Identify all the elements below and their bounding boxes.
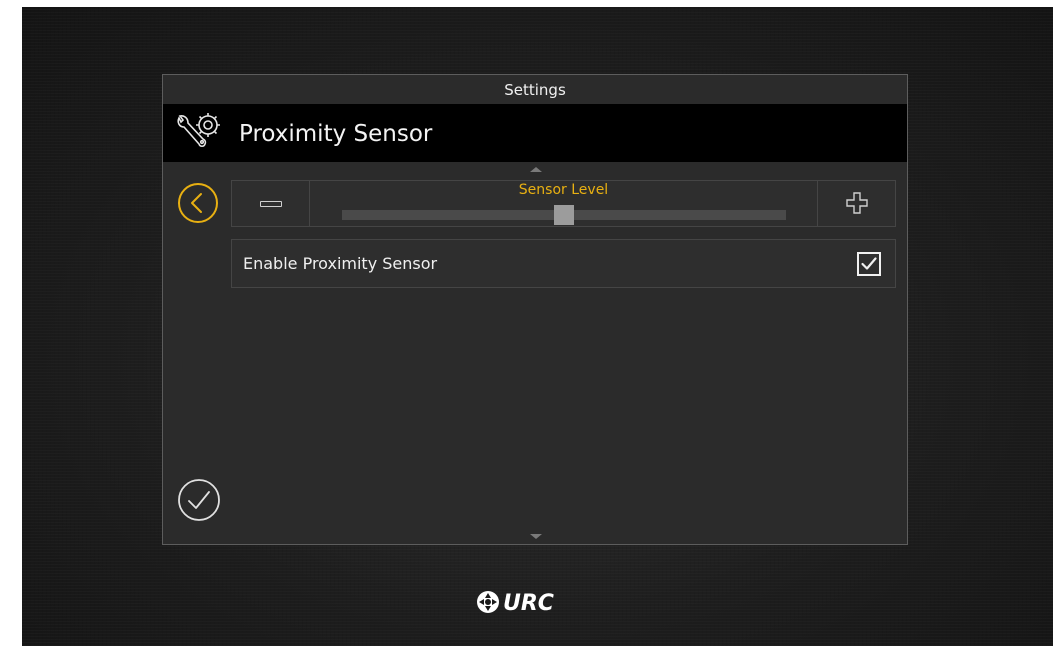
back-button[interactable] bbox=[177, 182, 219, 224]
scroll-down-arrow-icon[interactable] bbox=[530, 534, 542, 539]
enable-proximity-sensor-label: Enable Proximity Sensor bbox=[243, 254, 438, 273]
urc-logo: URC bbox=[477, 591, 554, 616]
decrease-button[interactable] bbox=[232, 181, 310, 226]
chevron-left-icon bbox=[191, 193, 202, 213]
settings-panel: Settings Proximity Sensor Sensor Level E… bbox=[162, 74, 908, 545]
wrench-gear-icon bbox=[177, 113, 220, 148]
sensor-level-label: Sensor Level bbox=[518, 182, 609, 198]
checkmark-icon bbox=[861, 257, 877, 270]
enable-proximity-sensor-row[interactable]: Enable Proximity Sensor bbox=[231, 239, 896, 288]
page-title: Proximity Sensor bbox=[239, 121, 433, 147]
minus-icon bbox=[260, 201, 282, 207]
checkmark-icon bbox=[188, 491, 210, 509]
sensor-level-slider[interactable] bbox=[342, 205, 786, 225]
increase-button[interactable] bbox=[817, 181, 895, 226]
enable-proximity-sensor-checkbox[interactable] bbox=[857, 252, 881, 276]
device-screen: Settings Proximity Sensor Sensor Level E… bbox=[22, 7, 1053, 646]
logo-text: URC bbox=[503, 591, 554, 616]
header-bar: Proximity Sensor bbox=[163, 104, 907, 162]
scroll-up-arrow-icon[interactable] bbox=[530, 167, 542, 172]
sensor-level-control: Sensor Level bbox=[231, 180, 896, 227]
confirm-button[interactable] bbox=[177, 478, 221, 522]
panel-title: Settings bbox=[504, 81, 566, 99]
slider-thumb[interactable] bbox=[554, 205, 574, 225]
plus-icon bbox=[846, 192, 868, 214]
